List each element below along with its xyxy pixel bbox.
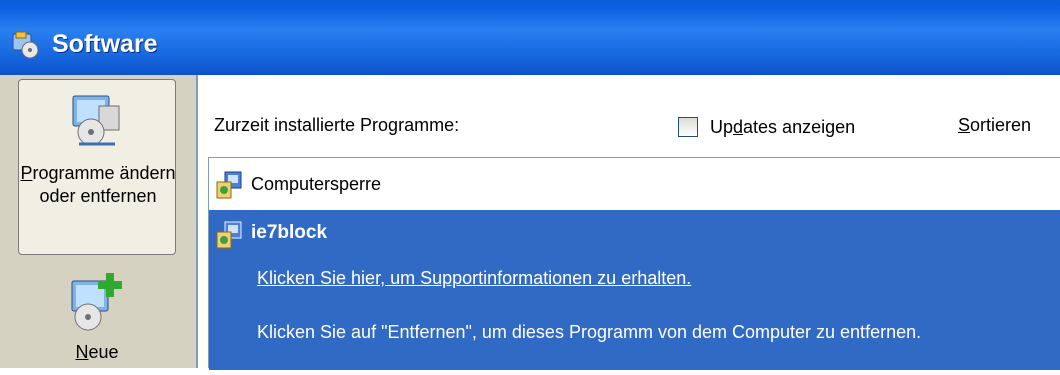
add-new-programs-icon [71, 273, 122, 331]
programs-list[interactable]: Computersperre ie7block Klicken Sie hier… [208, 157, 1060, 370]
installer-package-icon [216, 171, 242, 199]
remove-info-text: Klicken Sie auf "Entfernen", um dieses P… [257, 322, 922, 342]
window-titlebar: Software [0, 0, 1060, 75]
sidebar-item-add-new-programs[interactable]: Neue [18, 265, 176, 375]
list-item[interactable]: Computersperre [209, 158, 1060, 210]
sidebar-item-label: Programme ändern oder entfernen [20, 163, 176, 206]
list-item-selected[interactable]: ie7block Klicken Sie hier, um Supportinf… [209, 210, 1060, 370]
main-panel: Zurzeit installierte Programme: Updates … [198, 75, 1060, 370]
show-updates-checkbox[interactable] [678, 117, 698, 137]
software-control-panel-icon [12, 31, 39, 59]
window-title: Software [52, 30, 158, 58]
sidebar-item-change-remove-programs[interactable]: Programme ändern oder entfernen [18, 79, 176, 255]
change-remove-programs-icon [72, 95, 120, 146]
sidebar-item-label: Neue [75, 342, 119, 362]
support-info-link[interactable]: Klicken Sie hier, um Supportinformatione… [257, 268, 691, 289]
installed-programs-label: Zurzeit installierte Programme: [214, 115, 460, 135]
installer-package-icon [216, 221, 242, 249]
show-updates-label[interactable]: Updates anzeigen [710, 117, 855, 138]
sidebar: Programme ändern oder entfernen Neue [0, 75, 198, 368]
program-name: Computersperre [251, 174, 382, 194]
sort-label: Sortieren [958, 115, 1032, 135]
program-name: ie7block [251, 222, 328, 243]
